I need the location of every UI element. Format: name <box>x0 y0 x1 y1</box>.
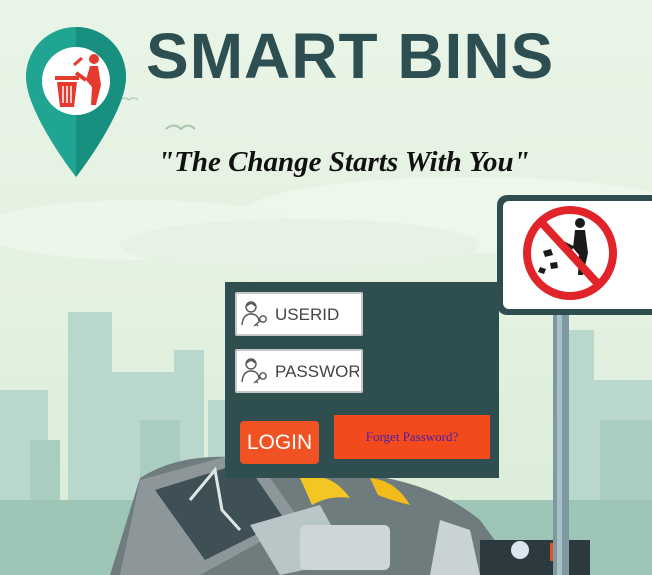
password-input[interactable] <box>275 360 359 384</box>
login-panel: LOGIN Forget Password? <box>225 282 499 478</box>
password-field-wrapper <box>235 349 363 393</box>
app-title: SMART BINS <box>146 20 555 92</box>
forgot-password-button[interactable]: Forget Password? <box>334 415 490 459</box>
userid-input[interactable] <box>275 303 359 327</box>
location-pin-trash-icon <box>26 27 126 177</box>
tagline: "The Change Starts With You" <box>158 146 530 178</box>
no-littering-sign-icon <box>497 195 652 575</box>
user-key-icon <box>241 301 267 327</box>
login-button[interactable]: LOGIN <box>240 421 319 464</box>
user-key-icon <box>241 358 267 384</box>
userid-field-wrapper <box>235 292 363 336</box>
